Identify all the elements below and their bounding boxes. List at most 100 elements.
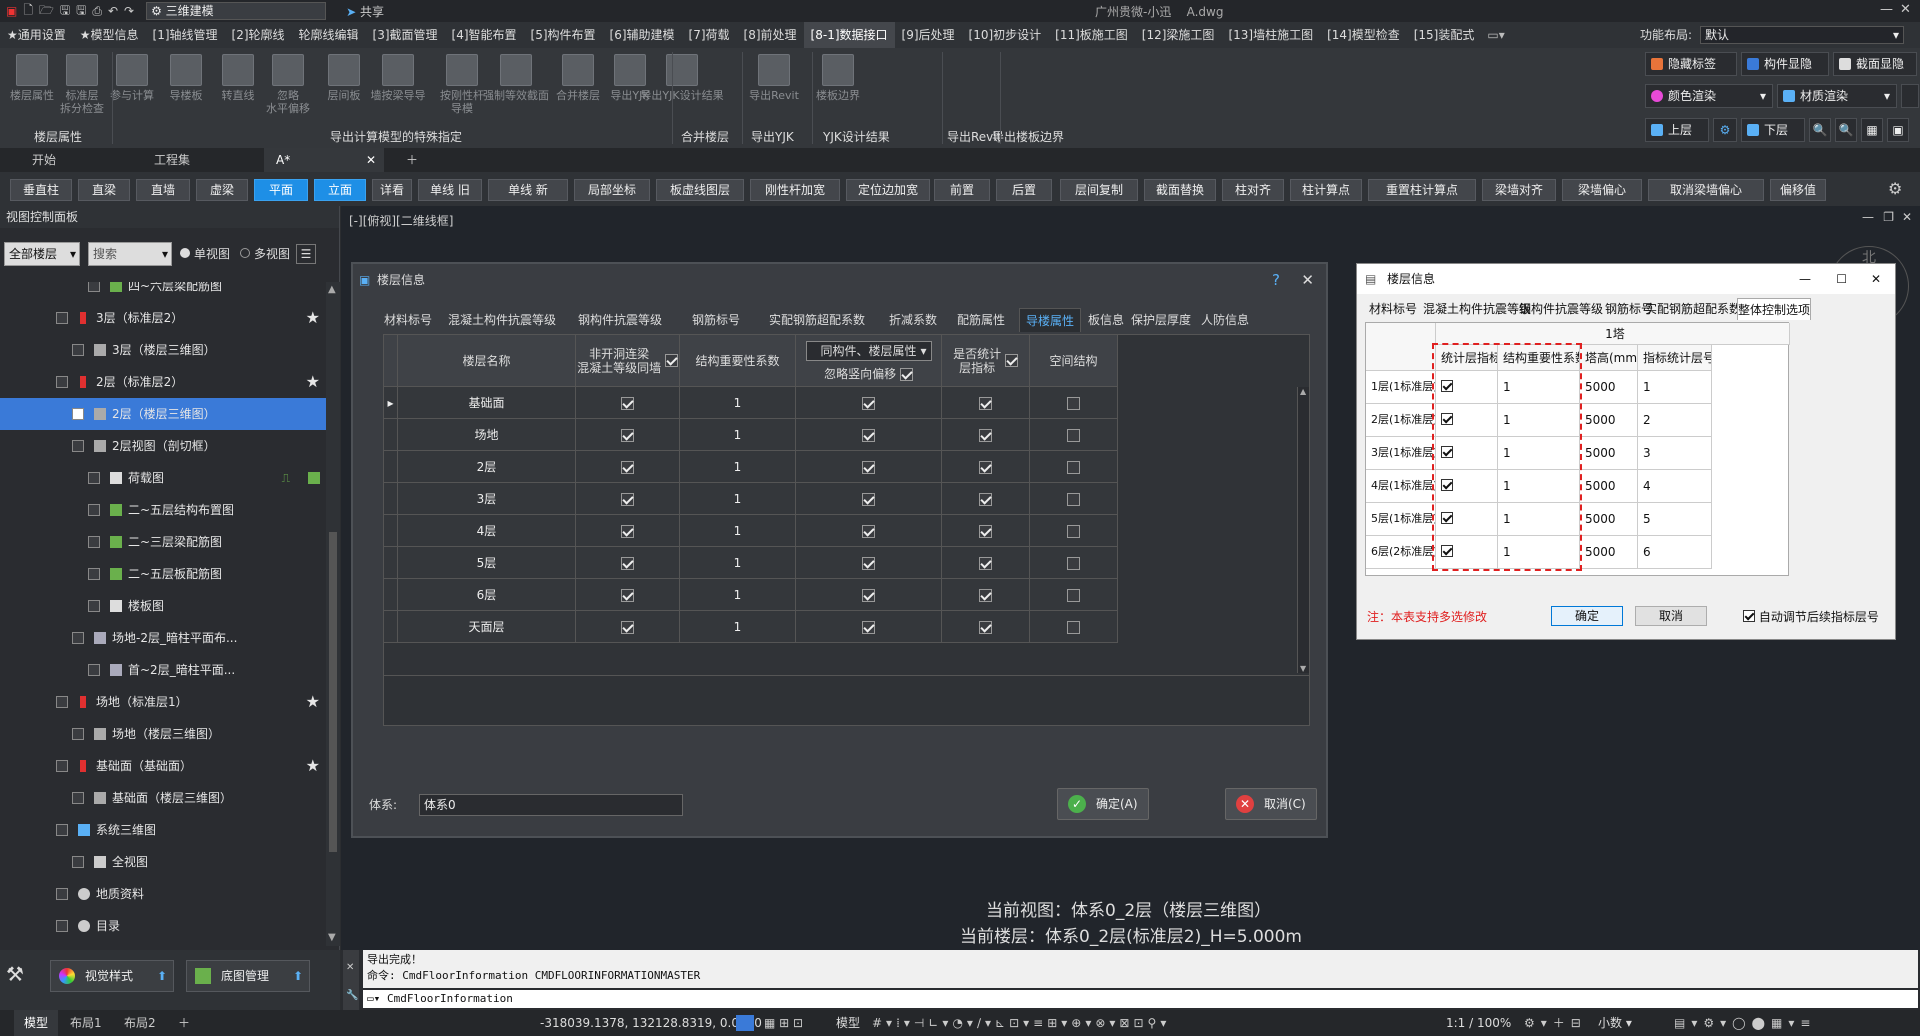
menu-item-1[interactable]: ★模型信息: [73, 22, 146, 48]
command-close-icon[interactable]: ✕: [346, 962, 354, 973]
table-cell-check[interactable]: [942, 515, 1030, 547]
cell-check-icon[interactable]: [1067, 589, 1080, 602]
table-cell-importance[interactable]: 1: [680, 483, 796, 515]
tree-item-checkbox[interactable]: [72, 440, 84, 452]
single-view-radio[interactable]: 单视图: [180, 242, 230, 266]
table-cell-check[interactable]: [796, 483, 942, 515]
table-cell-check[interactable]: [796, 451, 942, 483]
menu-item-3[interactable]: [2]轮廓线: [225, 22, 292, 48]
tree-item[interactable]: 楼板图: [0, 590, 326, 622]
tab-start[interactable]: 开始: [20, 148, 130, 172]
dialog-tab-0[interactable]: 材料标号: [375, 308, 441, 332]
cell-check-icon[interactable]: [1067, 557, 1080, 570]
cell-check-icon[interactable]: [862, 525, 875, 538]
toolbar-button-6[interactable]: 详看: [372, 179, 412, 201]
menu-item-4[interactable]: 轮廓线编辑: [292, 22, 366, 48]
tree-item[interactable]: 基础面（楼层三维图）: [0, 782, 326, 814]
tree-item[interactable]: 系统三维图: [0, 814, 326, 846]
cell-check-icon[interactable]: [1067, 525, 1080, 538]
dialog2-maximize-icon[interactable]: ☐: [1836, 264, 1847, 294]
tree-item-checkbox[interactable]: [72, 856, 84, 868]
menu-item-9[interactable]: [7]荷载: [682, 22, 737, 48]
toolbar-settings-icon[interactable]: ⚙: [1888, 179, 1902, 198]
cell-check-icon[interactable]: [621, 461, 634, 474]
dialog2-ok-button[interactable]: 确定: [1551, 606, 1623, 626]
table-cell-check[interactable]: [1030, 451, 1118, 483]
tree-item[interactable]: 2层（楼层三维图）: [0, 398, 326, 430]
save-as-icon[interactable]: 🖫: [76, 1, 86, 22]
app-logo-icon[interactable]: ▣: [6, 4, 17, 18]
scale-readout[interactable]: 1:1 / 100%: [1446, 1010, 1511, 1036]
cell-check-icon[interactable]: [979, 493, 992, 506]
table-cell-check[interactable]: [1030, 547, 1118, 579]
toolbar-button-22[interactable]: 取消梁墙偏心: [1648, 179, 1764, 201]
table-cell-check[interactable]: [576, 483, 680, 515]
render-extra-icon[interactable]: [1901, 84, 1919, 108]
tab-layout1[interactable]: 布局1: [60, 1010, 112, 1036]
layout-select[interactable]: 默认 ▾: [1700, 26, 1904, 44]
dialog-tab-7[interactable]: 导楼属性: [1019, 308, 1081, 332]
table-cell-check[interactable]: [942, 483, 1030, 515]
cell-check-icon[interactable]: [979, 589, 992, 602]
table-cell-check[interactable]: [942, 387, 1030, 419]
tree-item-checkbox[interactable]: [56, 888, 68, 900]
load-plan-icon[interactable]: ⎍: [282, 462, 290, 494]
dialog-tab-8[interactable]: 板信息: [1085, 308, 1127, 332]
new-tab-icon[interactable]: ＋: [394, 148, 430, 172]
favorite-star-icon[interactable]: ★: [306, 366, 320, 398]
toolbar-button-10[interactable]: 板虚线图层: [656, 179, 744, 201]
cell-check-icon[interactable]: [621, 557, 634, 570]
row-header[interactable]: [384, 515, 398, 547]
col-header-floor-name[interactable]: 楼层名称: [398, 335, 576, 387]
table-cell-check[interactable]: [942, 419, 1030, 451]
cell-check-icon[interactable]: [979, 557, 992, 570]
new-file-icon[interactable]: 🗋: [23, 1, 33, 22]
tree-item-checkbox[interactable]: [56, 312, 68, 324]
table2-row-header[interactable]: 1层(1标准层): [1366, 371, 1436, 404]
tab-drawing-a[interactable]: A* ✕: [264, 148, 384, 172]
table-cell-check[interactable]: [1030, 483, 1118, 515]
scroll-down-icon[interactable]: ▼: [1300, 664, 1306, 673]
auto-adjust-check-icon[interactable]: [1743, 609, 1755, 622]
tree-item-checkbox[interactable]: [72, 408, 84, 420]
tree-scrollbar[interactable]: ▲ ▼: [326, 282, 340, 946]
tab-layout2[interactable]: 布局2: [114, 1010, 166, 1036]
status-icons-c[interactable]: ⚙▾＋⊟: [1524, 1010, 1587, 1036]
menu-item-7[interactable]: [5]构件布置: [524, 22, 603, 48]
cell-check-icon[interactable]: [862, 493, 875, 506]
cell-check-icon[interactable]: [862, 557, 875, 570]
scroll-down-icon[interactable]: ▼: [328, 932, 336, 943]
header-check-icon[interactable]: [1004, 354, 1018, 367]
zoom-out-icon[interactable]: 🔍: [1835, 118, 1857, 142]
multi-view-radio[interactable]: 多视图: [240, 242, 290, 266]
cell-check-icon[interactable]: [979, 461, 992, 474]
cell-check-icon[interactable]: [621, 429, 634, 442]
table-cell-check[interactable]: [576, 547, 680, 579]
tree-item[interactable]: 基础面（基础面） ★: [0, 750, 326, 782]
section-visibility-button[interactable]: 截面显隐: [1833, 52, 1917, 76]
table-scrollbar[interactable]: ▲ ▼: [1297, 387, 1309, 673]
tree-item[interactable]: 目录: [0, 910, 326, 942]
dialog-tab-9[interactable]: 保护层厚度: [1131, 308, 1191, 332]
dialog-tab-3[interactable]: 钢筋标号: [681, 308, 751, 332]
table2-cell-floor-no[interactable]: 1: [1638, 371, 1712, 404]
tree-item[interactable]: 四~六层梁配筋图: [0, 282, 326, 302]
menu-item-11[interactable]: [8-1]数据接口: [803, 22, 895, 48]
visual-style-button[interactable]: 视觉样式 ⬆: [50, 960, 174, 992]
table-cell-check[interactable]: [576, 387, 680, 419]
upper-floor-button[interactable]: 上层: [1645, 118, 1709, 142]
table-cell-check[interactable]: [576, 611, 680, 643]
tree-item-checkbox[interactable]: [72, 632, 84, 644]
table-cell-check[interactable]: [576, 451, 680, 483]
table-cell-floor-name[interactable]: 天面层: [398, 611, 576, 643]
same-attr-select[interactable]: 同构件、楼层属性 ▾: [805, 340, 932, 361]
tree-item[interactable]: 场地（标准层1） ★: [0, 686, 326, 718]
scroll-up-icon[interactable]: ▲: [328, 284, 336, 295]
menu-item-0[interactable]: ★通用设置: [0, 22, 73, 48]
add-layout-icon[interactable]: ＋: [168, 1010, 200, 1036]
ribbon-button-6[interactable]: 层间板: [318, 52, 370, 122]
table2-cell-height[interactable]: 5000: [1580, 404, 1638, 437]
lower-floor-button[interactable]: 下层: [1741, 118, 1805, 142]
row-header[interactable]: [384, 547, 398, 579]
row-header[interactable]: [384, 451, 398, 483]
